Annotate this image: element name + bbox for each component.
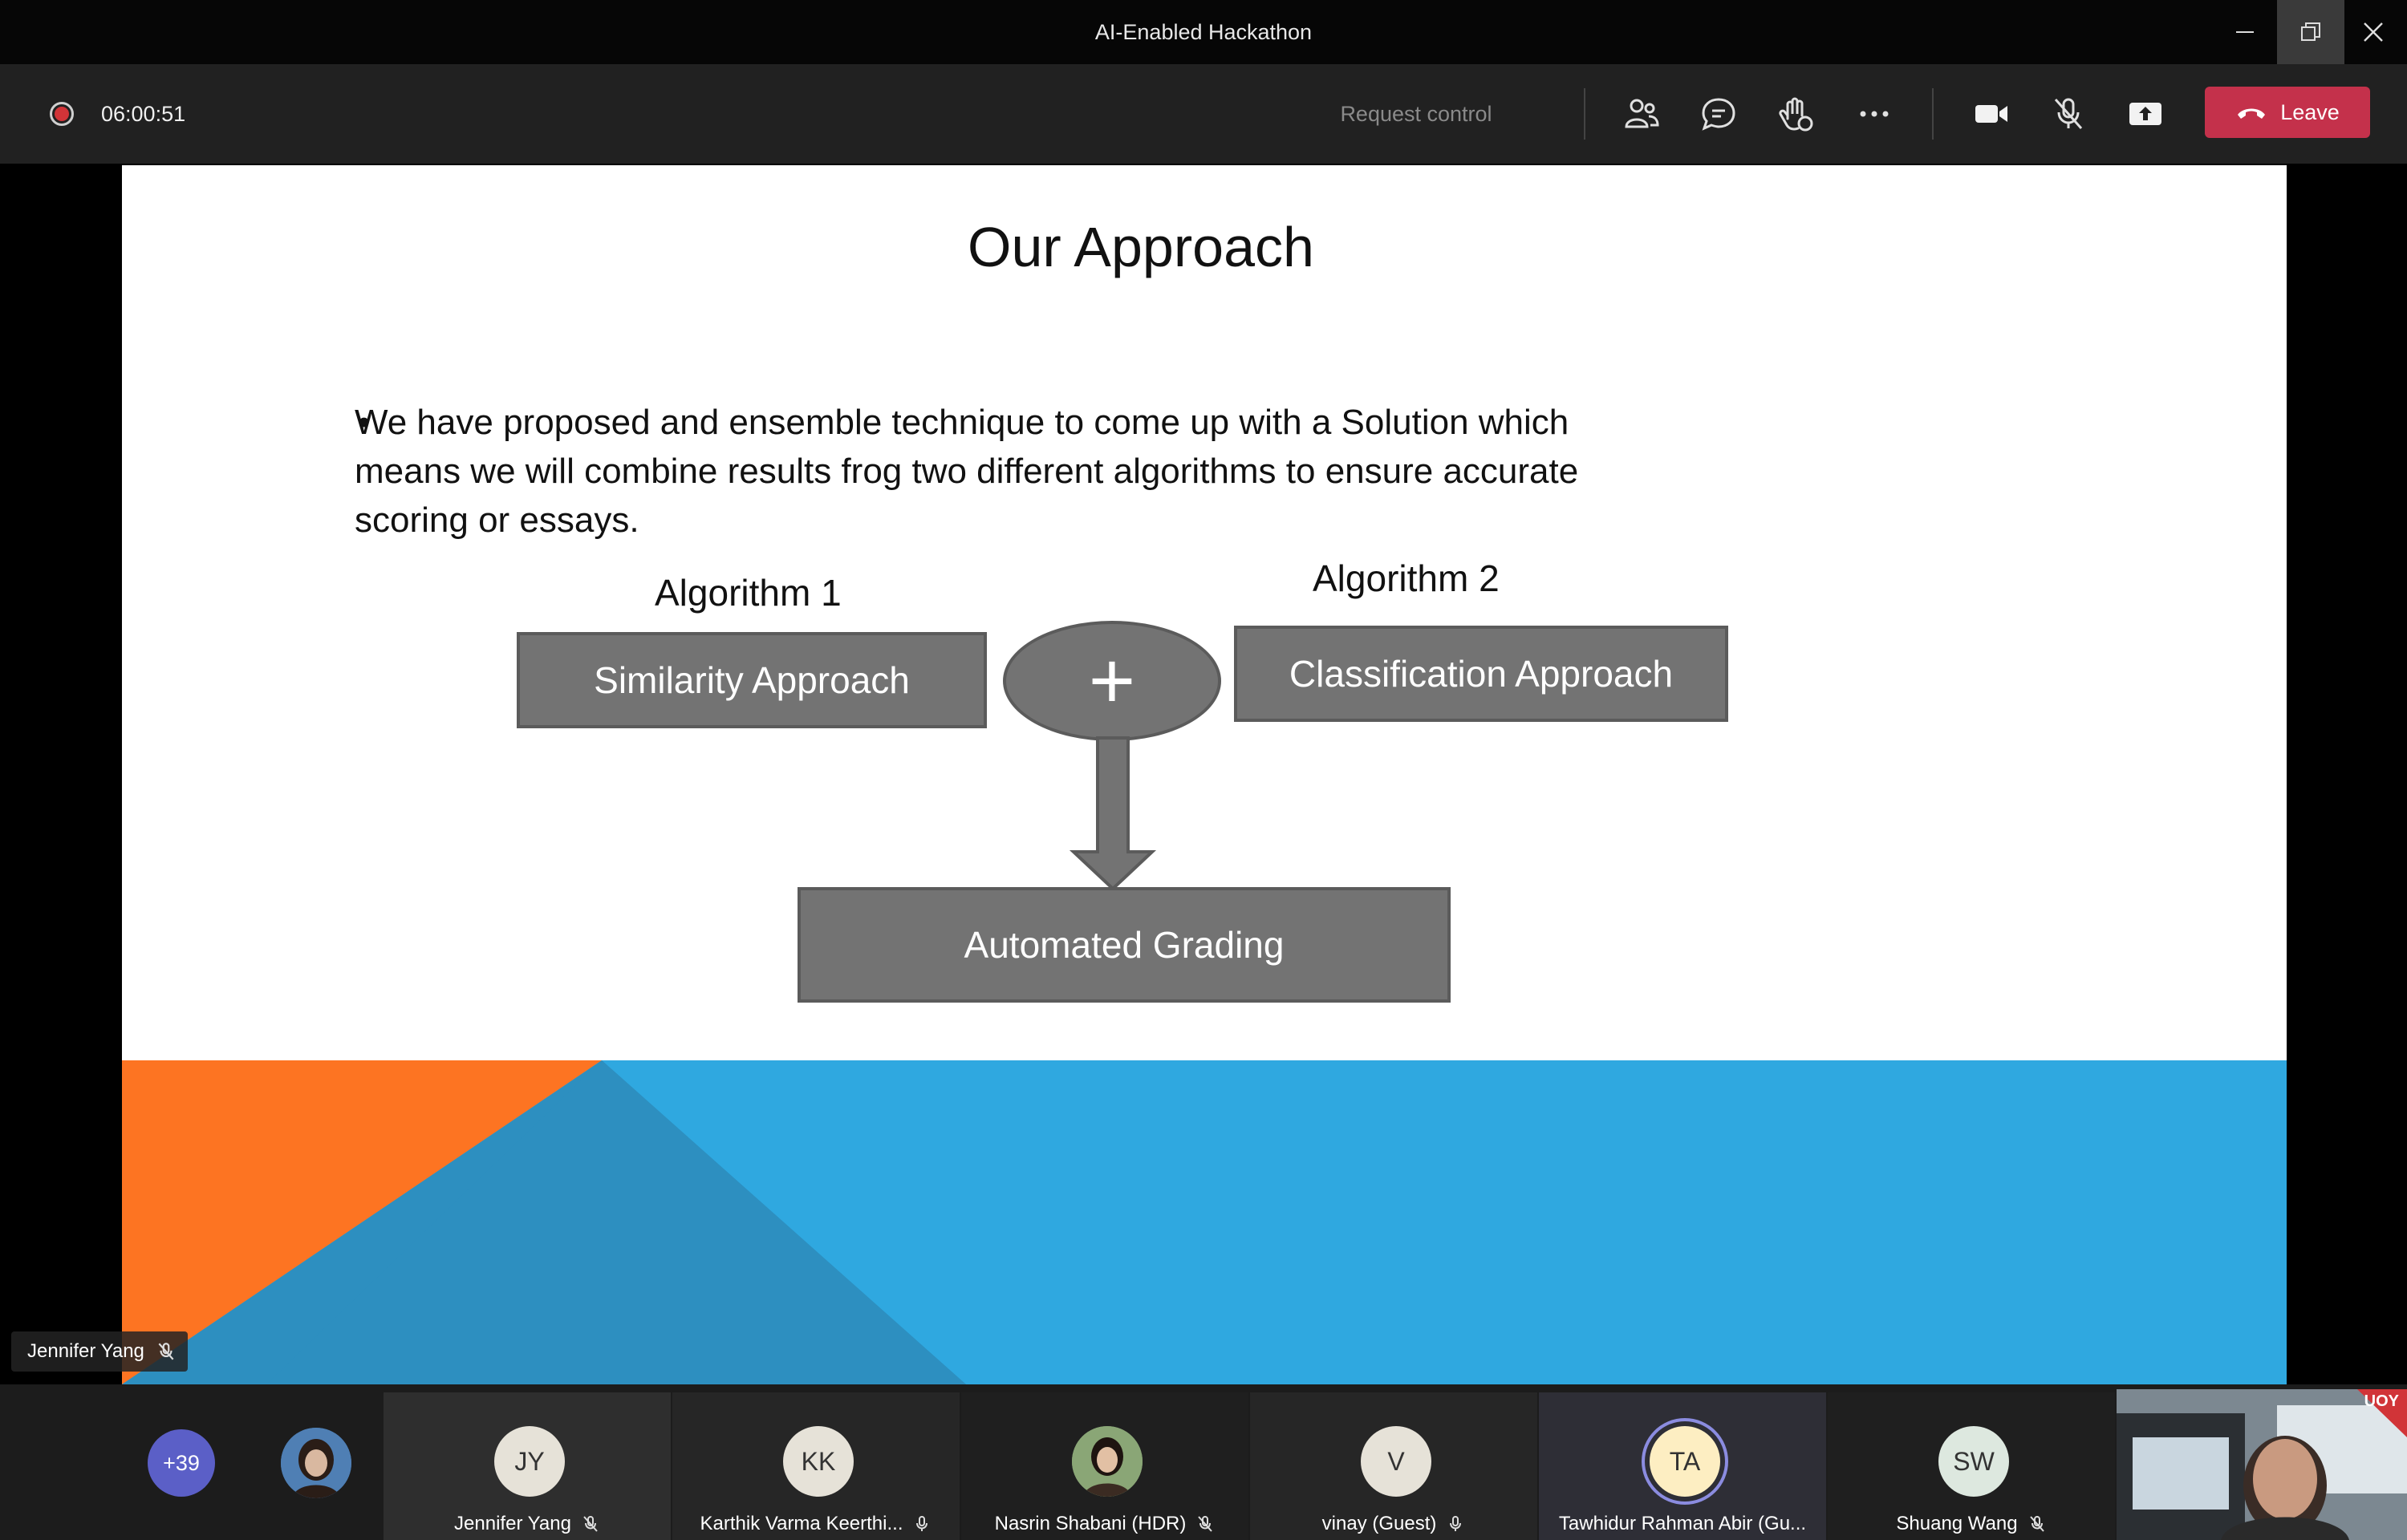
down-arrow-icon (1069, 736, 1157, 891)
participant-avatar: V (1361, 1426, 1431, 1497)
participant-tile-speaking[interactable]: TA Tawhidur Rahman Abir (Gu... (1539, 1392, 1826, 1540)
meeting-toolbar: 06:00:51 Request control Leave (0, 64, 2407, 164)
recording-icon (50, 102, 74, 126)
algorithm-1-label: Algorithm 1 (655, 572, 842, 614)
participant-photo-avatar (1072, 1426, 1143, 1497)
more-participants-button[interactable]: +39 (148, 1429, 215, 1497)
restore-icon (2301, 22, 2320, 41)
mic-button[interactable] (2044, 90, 2092, 138)
participant-name: vinay (Guest) (1321, 1513, 1437, 1534)
slide-title: Our Approach (968, 216, 1314, 278)
close-window-button[interactable] (2340, 0, 2407, 64)
more-options-icon (1860, 111, 1889, 117)
leave-label: Leave (2280, 99, 2340, 124)
participant-avatar: KK (783, 1426, 854, 1497)
raise-hand-button[interactable] (1772, 90, 1820, 138)
participant-tile[interactable]: V vinay (Guest) (1250, 1392, 1537, 1540)
participant-name: Nasrin Shabani (HDR) (994, 1513, 1187, 1534)
title-bar: AI-Enabled Hackathon (0, 0, 2407, 64)
shared-slide: Our Approach • We have proposed and ense… (122, 165, 2287, 1384)
similarity-approach-box: Similarity Approach (517, 632, 987, 728)
speaker-name: Jennifer Yang (27, 1340, 144, 1362)
participant-avatar: JY (494, 1426, 565, 1497)
participant-photo-avatar[interactable] (281, 1428, 351, 1498)
participant-strip: +39 JY Jennifer Yang KK Karthik Varma Ke… (0, 1384, 2407, 1540)
active-speaker-tag: Jennifer Yang (11, 1331, 188, 1372)
camera-button[interactable] (1967, 90, 2015, 138)
participant-avatar: TA (1650, 1426, 1720, 1497)
participant-name: Shuang Wang (1896, 1513, 2018, 1534)
participant-tile[interactable]: KK Karthik Varma Keerthi... (672, 1392, 960, 1540)
person-photo-icon (281, 1428, 351, 1498)
raise-hand-icon (1779, 97, 1813, 132)
chat-icon (1702, 98, 1735, 131)
participant-name: Jennifer Yang (454, 1513, 571, 1534)
request-control-button[interactable]: Request control (1292, 96, 1540, 132)
participant-tile[interactable]: Nasrin Shabani (HDR) (961, 1392, 1248, 1540)
mic-muted-icon (158, 1343, 174, 1360)
slide-footer-decoration (122, 1060, 2287, 1384)
close-icon (2364, 22, 2383, 42)
hang-up-icon (2238, 108, 2266, 119)
mic-muted-icon (583, 1516, 598, 1532)
person-photo-icon (1072, 1426, 1143, 1497)
more-options-button[interactable] (1850, 90, 1898, 138)
toolbar-divider (1932, 88, 1934, 140)
people-icon (1625, 99, 1659, 128)
participant-name: Tawhidur Rahman Abir (Gu... (1558, 1513, 1807, 1534)
participant-avatar: SW (1938, 1426, 2009, 1497)
share-screen-icon (2129, 103, 2161, 125)
mic-icon (1450, 1516, 1462, 1531)
restore-button[interactable] (2277, 0, 2344, 64)
window-title: AI-Enabled Hackathon (1094, 20, 1313, 44)
mic-muted-icon (2029, 1516, 2044, 1532)
leave-button[interactable]: Leave (2205, 87, 2370, 138)
participant-tile[interactable]: SW Shuang Wang (1828, 1392, 2115, 1540)
mic-muted-icon (2054, 98, 2083, 129)
people-button[interactable] (1618, 90, 1666, 138)
classification-approach-box: Classification Approach (1234, 626, 1728, 722)
participant-name: Karthik Varma Keerthi... (700, 1513, 903, 1534)
camera-icon (1975, 105, 2007, 123)
minimize-icon (2236, 31, 2254, 33)
bullet-text: We have proposed and ensemble technique … (355, 403, 1579, 540)
automated-grading-box: Automated Grading (798, 887, 1451, 1003)
mic-muted-icon (1198, 1516, 1213, 1532)
minimize-button[interactable] (2211, 0, 2279, 64)
meeting-timer: 06:00:51 (101, 102, 186, 126)
participant-video-feed (2117, 1389, 2407, 1540)
algorithm-2-label: Algorithm 2 (1313, 557, 1500, 599)
mic-icon (916, 1516, 928, 1531)
video-badge: UOY (2364, 1392, 2399, 1410)
participant-video-tile[interactable]: UOY (2117, 1389, 2407, 1540)
toolbar-divider (1584, 88, 1585, 140)
plus-symbol: + (1088, 636, 1136, 726)
share-screen-button[interactable] (2121, 90, 2170, 138)
participant-tile[interactable]: JY Jennifer Yang (384, 1392, 671, 1540)
chat-button[interactable] (1695, 90, 1743, 138)
